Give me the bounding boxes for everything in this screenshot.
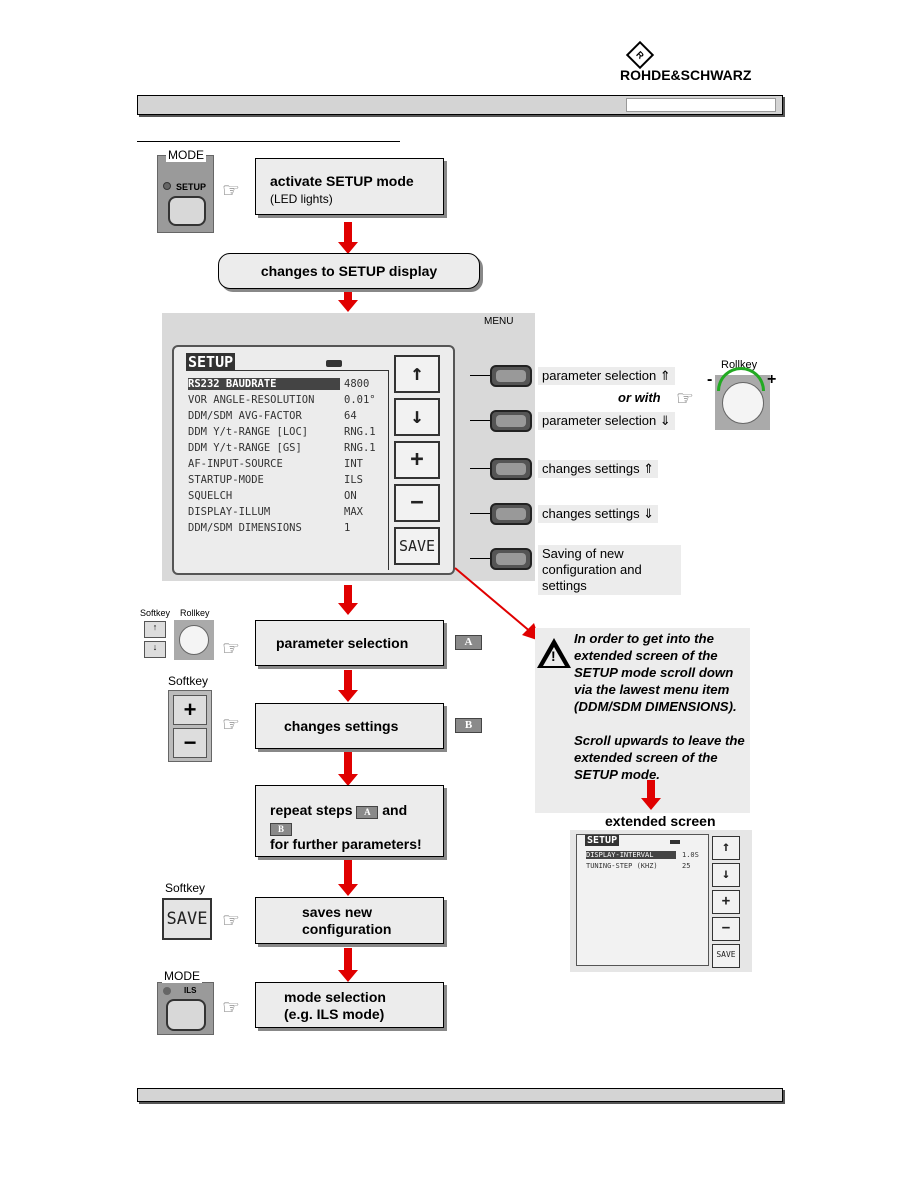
save-softkey[interactable]: SAVE <box>162 898 212 940</box>
warning-note: ! In order to get into the extended scre… <box>535 628 750 813</box>
device-key[interactable] <box>490 503 532 525</box>
setup-row-value: RNG.1 <box>344 442 376 454</box>
setup-screen: SETUP RS232 BAUDRATE 4800 VOR ANGLE-RESOLU… <box>172 345 455 575</box>
setup-mode-key[interactable]: MODE SETUP <box>157 148 214 233</box>
hand-icon: ☞ <box>222 180 240 202</box>
key-function-label: parameter selection ⇓ <box>538 412 675 430</box>
setup-row-name: SQUELCH <box>188 490 233 502</box>
setup-row-name: AF-INPUT-SOURCE <box>188 458 283 470</box>
badge-a: A <box>455 635 482 650</box>
screen-softkey[interactable]: + <box>394 441 440 479</box>
step-mode-selection: mode selection (e.g. ILS mode) <box>255 982 444 1028</box>
or-with-label: or with <box>618 390 661 405</box>
hand-icon: ☞ <box>222 638 240 660</box>
hand-icon: ☞ <box>222 910 240 932</box>
screen-softkey[interactable]: SAVE <box>394 527 440 565</box>
screen-softkey[interactable]: ↑ <box>394 355 440 393</box>
ext-row[interactable]: DISPLAY-INTERVAL 1.0S <box>586 851 706 859</box>
extended-screen: SETUP DISPLAY-INTERVAL 1.0S TUNING-STEP (K… <box>570 830 752 972</box>
setup-row-value: RNG.1 <box>344 426 376 438</box>
setup-row-value: MAX <box>344 506 363 518</box>
battery-icon <box>670 840 680 844</box>
logo: R ROHDE&SCHWARZ <box>620 40 780 85</box>
arrow-down <box>338 222 358 254</box>
connector-line <box>470 513 492 514</box>
step-setup-display: changes to SETUP display <box>218 253 480 289</box>
connector-line <box>470 558 492 559</box>
led-icon <box>163 182 171 190</box>
key-function-label: changes settings ⇓ <box>538 505 659 523</box>
led-icon <box>163 987 171 995</box>
rollkey-small[interactable]: Rollkey <box>174 608 214 660</box>
setup-row-value: 4800 <box>344 378 370 390</box>
step-repeat: repeat steps A and B for further paramet… <box>255 785 444 857</box>
setup-row-name: DDM/SDM AVG-FACTOR <box>188 410 302 422</box>
setup-row-name: DDM/SDM DIMENSIONS <box>188 522 302 534</box>
setup-row-value: 0.01° <box>344 394 376 406</box>
device-key[interactable] <box>490 365 532 387</box>
section-underline <box>137 141 400 142</box>
footer-bar <box>137 1088 783 1102</box>
setup-row-value: INT <box>344 458 363 470</box>
device-panel: MENU SETUP RS232 BAUDRATE 4800 VOR ANGLE-R… <box>162 313 535 581</box>
setup-row-name: DISPLAY-ILLUM <box>188 506 271 518</box>
softkey-plus-minus[interactable]: + − <box>168 690 212 762</box>
setup-row-value: ON <box>344 490 357 502</box>
device-key[interactable] <box>490 410 532 432</box>
screen-list: RS232 BAUDRATE 4800 VOR ANGLE-RESOLUTION 0.… <box>186 370 389 570</box>
ext-softkey[interactable]: + <box>712 890 740 914</box>
setup-row-value: 64 <box>344 410 357 422</box>
setup-row-name: RS232 BAUDRATE <box>188 378 340 390</box>
connector-line <box>470 468 492 469</box>
hand-icon: ☞ <box>222 714 240 736</box>
arrow-down <box>338 948 358 982</box>
device-key[interactable] <box>490 458 532 480</box>
extended-screen-title: extended screen <box>605 813 716 829</box>
ext-softkey[interactable]: ↓ <box>712 863 740 887</box>
ext-row[interactable]: TUNING-STEP (KHZ) 25 <box>586 862 706 870</box>
hand-icon: ☞ <box>222 997 240 1019</box>
arrow-down <box>338 752 358 786</box>
key-function-label: parameter selection ⇑ <box>538 367 675 385</box>
arrow-down <box>338 670 358 702</box>
screen-title: SETUP <box>186 353 236 371</box>
arrow-down <box>338 292 358 312</box>
softkey-arrows[interactable]: Softkey ↑ ↓ <box>140 608 170 660</box>
arrow-down <box>338 585 358 615</box>
ext-softkey[interactable]: SAVE <box>712 944 740 968</box>
hand-icon: ☞ <box>676 388 694 410</box>
key-function-label: Saving of new configuration and settings <box>538 545 681 595</box>
connector-line <box>470 420 492 421</box>
setup-row-name: DDM Y/t-RANGE [GS] <box>188 442 302 454</box>
step-parameter-selection: parameter selection <box>255 620 444 666</box>
header-bar <box>137 95 783 115</box>
setup-row-name: VOR ANGLE-RESOLUTION <box>188 394 315 406</box>
step-save: saves new configuration <box>255 897 444 944</box>
screen-softkey[interactable]: − <box>394 484 440 522</box>
setup-row-name: STARTUP-MODE <box>188 474 264 486</box>
battery-icon <box>326 360 342 367</box>
key-function-label: changes settings ⇑ <box>538 460 659 478</box>
step-changes-settings: changes settings <box>255 703 444 749</box>
step-activate-setup: activate SETUP mode (LED lights) <box>255 158 444 215</box>
ils-mode-key[interactable]: MODE ILS <box>157 969 214 1035</box>
ext-softkey[interactable]: − <box>712 917 740 941</box>
logo-text: ROHDE&SCHWARZ <box>620 67 752 83</box>
arrow-down <box>338 860 358 896</box>
ext-softkey[interactable]: ↑ <box>712 836 740 860</box>
badge-b: B <box>455 718 482 733</box>
screen-softkey[interactable]: ↓ <box>394 398 440 436</box>
arrow-down <box>641 780 661 810</box>
connector-line <box>470 375 492 376</box>
rollkey[interactable]: Rollkey - + <box>707 359 776 430</box>
setup-row-value: ILS <box>344 474 363 486</box>
setup-row-value: 1 <box>344 522 351 534</box>
logo-emblem-icon: R <box>625 40 655 70</box>
setup-row-name: DDM Y/t-RANGE [LOC] <box>188 426 309 438</box>
